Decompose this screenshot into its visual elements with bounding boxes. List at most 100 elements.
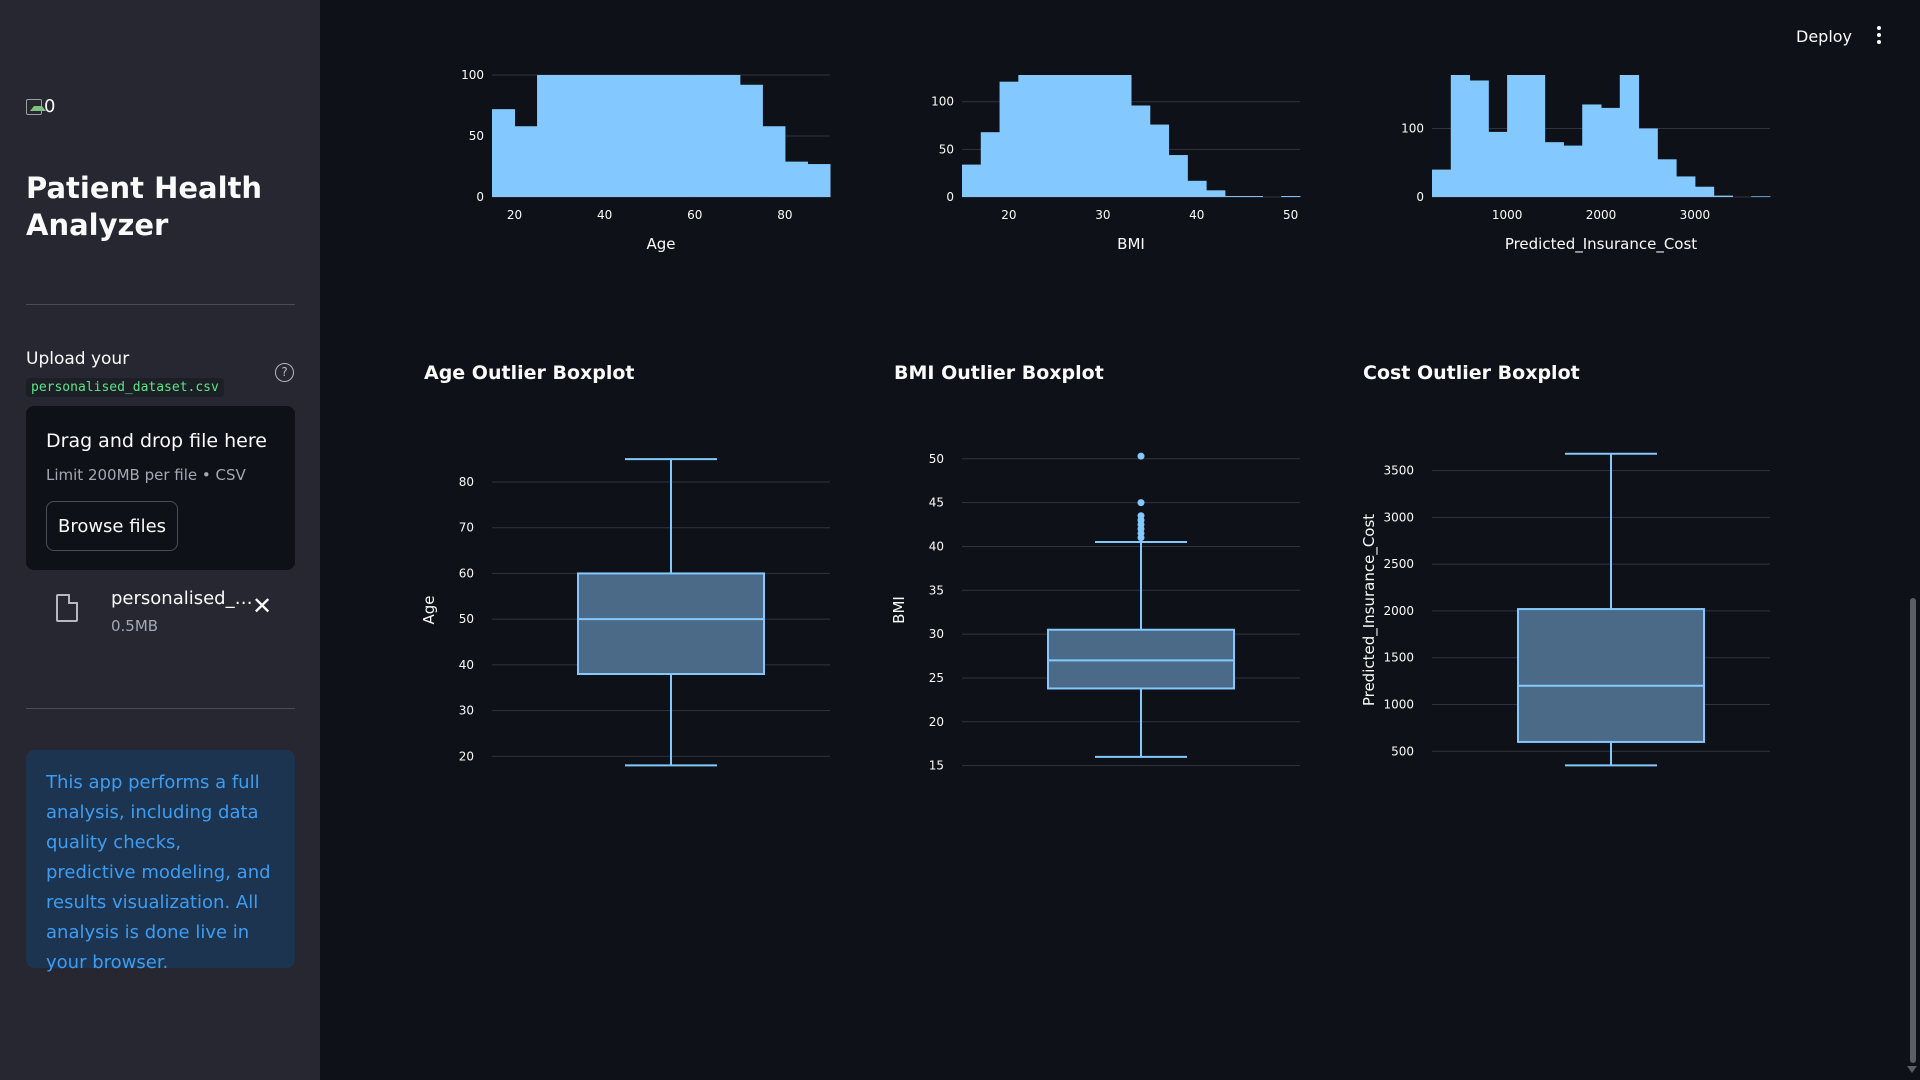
x-tick-label: 1000 bbox=[1492, 208, 1523, 222]
cost-histogram: 0 100 1000 2000 3000 Predicted_Insurance_Cost bbox=[1401, 75, 1771, 254]
histogram-bar bbox=[1243, 196, 1263, 197]
histogram-bar bbox=[1112, 75, 1132, 197]
main-menu-icon[interactable] bbox=[1876, 26, 1882, 46]
y-tick-label: 60 bbox=[459, 566, 474, 580]
broken-image-icon bbox=[26, 98, 46, 115]
x-tick-label: 3000 bbox=[1680, 208, 1711, 222]
histogram-bar bbox=[1751, 196, 1771, 197]
cost-boxplot-title: Cost Outlier Boxplot bbox=[1363, 362, 1580, 384]
uploaded-file-name: personalised_dataset.csv bbox=[111, 588, 256, 609]
bmi-boxplot-title: BMI Outlier Boxplot bbox=[894, 362, 1104, 384]
histogram-bar bbox=[1187, 180, 1207, 197]
info-box: This app performs a full analysis, inclu… bbox=[26, 750, 295, 973]
histogram-bar bbox=[1093, 75, 1113, 197]
histogram-bar bbox=[1525, 75, 1546, 197]
y-tick-label: 100 bbox=[461, 68, 484, 82]
histogram-bar bbox=[627, 75, 651, 197]
y-tick-label: 20 bbox=[929, 715, 944, 729]
deploy-button[interactable]: Deploy bbox=[1796, 27, 1852, 46]
y-tick-label: 30 bbox=[459, 704, 474, 718]
x-tick-label: 30 bbox=[1095, 208, 1110, 222]
histogram-bar bbox=[717, 75, 741, 197]
histogram-bar bbox=[962, 164, 982, 197]
histogram-bar bbox=[1488, 131, 1508, 197]
iqr-box bbox=[1047, 628, 1235, 690]
y-axis-label: Age bbox=[420, 595, 438, 624]
outlier-point bbox=[1137, 512, 1145, 520]
cost-boxplot: 500 1000 1500 2000 2500 3000 3500 Predicted_Ins… bbox=[1360, 452, 1770, 767]
histogram-bar bbox=[1657, 159, 1677, 197]
uploaded-file-size: 0.5MB bbox=[111, 617, 159, 635]
histogram-bar bbox=[1168, 155, 1188, 197]
upload-filename-code: personalised_dataset.csv bbox=[26, 378, 224, 397]
histogram-bar bbox=[1037, 75, 1057, 197]
outlier-point bbox=[1137, 499, 1145, 507]
y-tick-label: 50 bbox=[939, 142, 954, 156]
y-tick-label: 50 bbox=[459, 612, 474, 626]
y-tick-label: 0 bbox=[476, 190, 484, 204]
histogram-bar bbox=[1713, 195, 1733, 197]
histogram-bar bbox=[649, 75, 673, 197]
age-boxplot: 20 30 40 50 60 70 80 Age bbox=[420, 458, 830, 767]
x-tick-label: 60 bbox=[687, 208, 702, 222]
iqr-box bbox=[577, 572, 765, 675]
y-tick-label: 2500 bbox=[1383, 557, 1414, 571]
histogram-bar bbox=[1432, 169, 1452, 197]
histogram-bar bbox=[1224, 196, 1245, 197]
y-tick-label: 100 bbox=[931, 95, 954, 109]
x-axis-label: Age bbox=[646, 235, 675, 253]
y-tick-label: 2000 bbox=[1383, 604, 1414, 618]
scrollbar-thumb[interactable] bbox=[1910, 598, 1916, 1063]
logo-image: 0 bbox=[26, 96, 55, 117]
histogram-bar bbox=[694, 75, 718, 197]
sidebar-title: Patient Health Analyzer bbox=[26, 171, 263, 242]
app-root: 0 Patient Health Analyzer Upload your pe… bbox=[0, 0, 1920, 1080]
y-tick-label: 50 bbox=[469, 129, 484, 143]
y-tick-label: 25 bbox=[929, 671, 944, 685]
age-boxplot-title: Age Outlier Boxplot bbox=[424, 362, 635, 384]
sidebar: 0 Patient Health Analyzer Upload your pe… bbox=[0, 0, 320, 1080]
y-tick-label: 40 bbox=[929, 539, 944, 553]
sidebar-divider-bottom bbox=[26, 708, 295, 709]
histogram-bar bbox=[1638, 128, 1658, 197]
browse-files-button[interactable]: Browse files bbox=[46, 501, 178, 551]
histogram-bar bbox=[537, 75, 561, 197]
upload-label: Upload your bbox=[26, 349, 130, 369]
histogram-bar bbox=[604, 75, 628, 197]
histogram-bar bbox=[492, 109, 516, 197]
x-tick-label: 40 bbox=[597, 208, 612, 222]
y-tick-label: 50 bbox=[929, 452, 944, 466]
histogram-bar bbox=[1582, 104, 1602, 197]
x-tick-label: 50 bbox=[1283, 208, 1298, 222]
histogram-bar bbox=[1676, 176, 1696, 197]
x-tick-label: 20 bbox=[507, 208, 522, 222]
file-dropzone[interactable]: Drag and drop file here Limit 200MB per … bbox=[26, 406, 295, 570]
histogram-bar bbox=[1131, 105, 1151, 197]
histogram-bar bbox=[762, 126, 786, 197]
remove-file-icon[interactable]: ✕ bbox=[252, 592, 272, 620]
x-tick-label: 20 bbox=[1001, 208, 1016, 222]
dropzone-limit: Limit 200MB per file • CSV bbox=[46, 466, 246, 484]
histogram-bar bbox=[672, 75, 696, 197]
bmi-histogram: 0 50 100 20 30 40 50 BMI bbox=[931, 75, 1301, 253]
histogram-bar bbox=[1619, 75, 1640, 197]
iqr-box bbox=[1517, 608, 1705, 743]
scrollbar-down-arrow-icon[interactable] bbox=[1907, 1066, 1917, 1073]
sidebar-divider-top bbox=[26, 304, 295, 305]
histogram-bar bbox=[1507, 75, 1527, 197]
histogram-bar bbox=[999, 81, 1019, 197]
help-icon[interactable]: ? bbox=[275, 363, 294, 382]
y-tick-label: 20 bbox=[459, 749, 474, 763]
x-axis-label: BMI bbox=[1117, 235, 1145, 253]
y-tick-label: 100 bbox=[1401, 121, 1424, 135]
y-tick-label: 1500 bbox=[1383, 651, 1414, 665]
histogram-bar bbox=[514, 126, 538, 197]
x-tick-label: 80 bbox=[777, 208, 792, 222]
y-tick-label: 3500 bbox=[1383, 464, 1414, 478]
y-axis-label: Predicted_Insurance_Cost bbox=[1360, 514, 1379, 706]
x-tick-label: 40 bbox=[1189, 208, 1204, 222]
histogram-bar bbox=[1694, 186, 1715, 197]
y-tick-label: 80 bbox=[459, 475, 474, 489]
y-tick-label: 0 bbox=[946, 190, 954, 204]
histogram-bar bbox=[1563, 145, 1583, 197]
